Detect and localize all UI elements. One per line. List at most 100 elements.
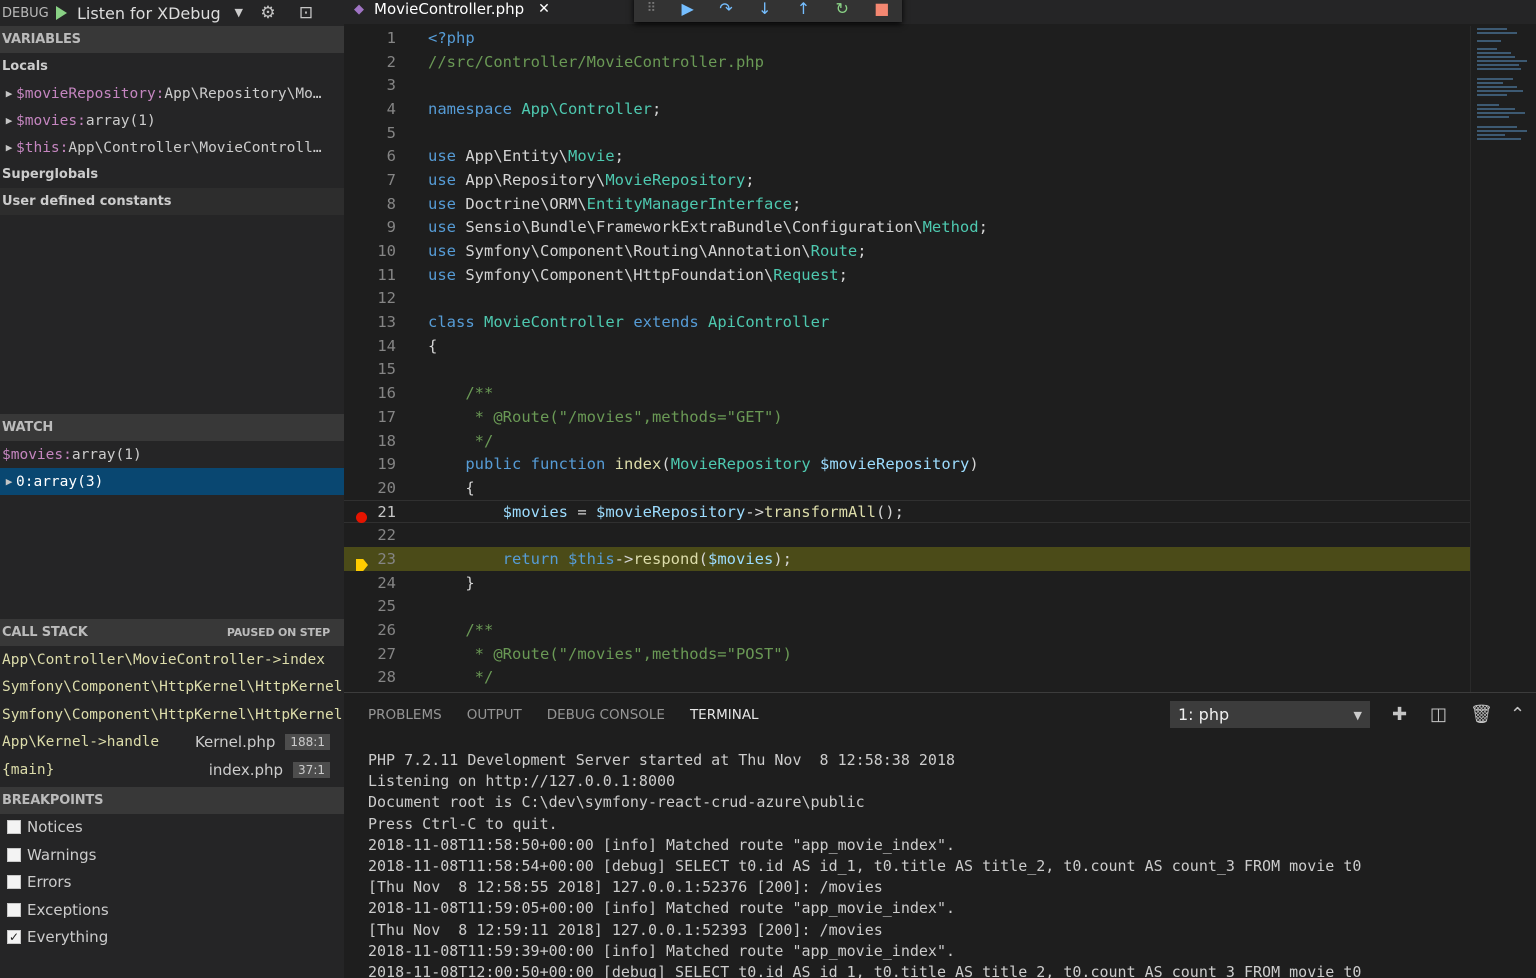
variables-list: ▶ $movieRepository: App\Repository\Mo… ▶ $m… xyxy=(0,80,344,161)
stop-icon[interactable]: ■ xyxy=(874,0,889,18)
terminal-select[interactable]: 1: php ▼ xyxy=(1170,701,1370,728)
line-number[interactable]: 19 xyxy=(344,455,396,473)
line-number[interactable]: 25 xyxy=(344,597,396,615)
line-number[interactable]: 20 xyxy=(344,479,396,497)
code-token: use xyxy=(428,265,456,284)
code-token: App\Controller xyxy=(521,99,652,118)
breakpoint-option[interactable]: Exceptions xyxy=(0,896,344,924)
breakpoint-option[interactable]: Warnings xyxy=(0,841,344,869)
open-console-icon[interactable]: ⊡ xyxy=(293,3,319,23)
checkbox-unchecked[interactable] xyxy=(7,820,21,835)
scope-superglobals[interactable]: Superglobals xyxy=(0,161,344,188)
code-token: * @Route("/movies",methods="GET") xyxy=(474,407,783,426)
expand-arrow-icon[interactable]: ▶ xyxy=(2,475,16,488)
breakpoint-option[interactable]: ✓ Everything xyxy=(0,924,344,952)
tab-debug-console[interactable]: DEBUG CONSOLE xyxy=(547,707,665,723)
line-number[interactable]: 1 xyxy=(344,29,396,47)
breakpoint-icon[interactable] xyxy=(356,511,367,523)
line-number[interactable]: 21 xyxy=(344,503,396,521)
line-number[interactable]: 14 xyxy=(344,337,396,355)
line-number[interactable]: 22 xyxy=(344,526,396,544)
stack-frame[interactable]: Symfony\Component\HttpKernel\HttpKernel xyxy=(0,701,344,729)
terminal-line: 2018-11-08T11:58:54+00:00 [debug] SELECT… xyxy=(368,857,1362,876)
terminal-line: [Thu Nov 8 12:59:11 2018] 127.0.0.1:5239… xyxy=(368,920,883,939)
step-over-icon[interactable]: ↷ xyxy=(719,0,732,18)
start-debugging-icon[interactable] xyxy=(56,6,67,20)
minimap[interactable] xyxy=(1470,26,1536,692)
variable-row[interactable]: ▶ $movieRepository: App\Repository\Mo… xyxy=(0,80,344,107)
line-number[interactable]: 23 xyxy=(344,550,396,568)
line-number[interactable]: 2 xyxy=(344,53,396,71)
line-number[interactable]: 7 xyxy=(344,171,396,189)
line-number[interactable]: 5 xyxy=(344,124,396,142)
code-token: public xyxy=(465,455,522,474)
code-token: ; xyxy=(652,99,662,118)
line-number[interactable]: 10 xyxy=(344,242,396,260)
close-icon[interactable]: ✕ xyxy=(538,1,550,17)
line-number[interactable]: 28 xyxy=(344,668,396,686)
expand-arrow-icon[interactable]: ▶ xyxy=(2,141,16,154)
trash-icon[interactable]: 🗑 xyxy=(1470,704,1493,725)
code-text: use Symfony\Component\HttpFoundation\Req… xyxy=(428,266,1470,284)
line-number[interactable]: 13 xyxy=(344,313,396,331)
checkbox-unchecked[interactable] xyxy=(7,875,21,890)
line-number[interactable]: 12 xyxy=(344,289,396,307)
checkbox-unchecked[interactable] xyxy=(7,902,21,917)
restart-icon[interactable]: ↻ xyxy=(835,0,848,18)
line-number[interactable]: 15 xyxy=(344,360,396,378)
code-token: App\Entity\ xyxy=(456,147,568,166)
code-token: Sensio\Bundle\FrameworkExtraBundle\Confi… xyxy=(456,218,923,237)
step-out-icon[interactable]: ↑ xyxy=(797,0,810,18)
breakpoint-option[interactable]: Errors xyxy=(0,869,344,897)
gear-icon[interactable]: ⚙ xyxy=(255,3,281,23)
step-into-icon[interactable]: ↓ xyxy=(758,0,771,18)
code-line: 27 * @Route("/movies",methods="POST") xyxy=(344,642,1470,666)
paused-status: PAUSED ON STEP xyxy=(226,626,330,639)
call-stack-header[interactable]: CALL STACK PAUSED ON STEP xyxy=(0,619,344,646)
scope-user-constants[interactable]: User defined constants xyxy=(0,188,344,215)
checkbox-unchecked[interactable] xyxy=(7,847,21,862)
expand-arrow-icon[interactable]: ▶ xyxy=(2,87,16,100)
line-number[interactable]: 4 xyxy=(344,100,396,118)
watch-child-item[interactable]: ▶ 0: array(3) xyxy=(0,468,344,495)
line-number[interactable]: 6 xyxy=(344,147,396,165)
variables-header[interactable]: VARIABLES xyxy=(0,26,344,53)
tab-problems[interactable]: PROBLEMS xyxy=(368,707,442,723)
checkbox-checked[interactable]: ✓ xyxy=(7,930,21,945)
line-number[interactable]: 9 xyxy=(344,218,396,236)
variable-row[interactable]: ▶ $movies: array(1) xyxy=(0,107,344,134)
tab-output[interactable]: OUTPUT xyxy=(467,707,522,723)
stack-frame[interactable]: {main} index.php 37:1 xyxy=(0,756,344,784)
stack-frame[interactable]: Symfony\Component\HttpKernel\HttpKernel xyxy=(0,674,344,702)
stack-frame[interactable]: App\Kernel->handle Kernel.php 188:1 xyxy=(0,729,344,757)
variable-row[interactable]: ▶ $this: App\Controller\MovieControll… xyxy=(0,134,344,161)
code-token: Doctrine\ORM\ xyxy=(456,194,587,213)
line-number[interactable]: 16 xyxy=(344,384,396,402)
drag-handle-icon[interactable]: ⠿ xyxy=(647,1,657,16)
expand-arrow-icon[interactable]: ▶ xyxy=(2,114,16,127)
line-number[interactable]: 8 xyxy=(344,195,396,213)
tab-terminal[interactable]: TERMINAL xyxy=(690,707,759,723)
continue-icon[interactable]: ▶ xyxy=(682,0,694,18)
breakpoints-header[interactable]: BREAKPOINTS xyxy=(0,786,344,814)
stack-frame-function: App\Controller\MovieController->index xyxy=(2,651,326,668)
line-number[interactable]: 27 xyxy=(344,645,396,663)
watch-item[interactable]: $movies: array(1) xyxy=(0,441,344,468)
code-view[interactable]: 1 <?php 2 //src/Controller/MovieController.… xyxy=(344,26,1470,689)
line-number[interactable]: 26 xyxy=(344,621,396,639)
breakpoint-option[interactable]: Notices xyxy=(0,814,344,842)
split-terminal-icon[interactable]: ◫ xyxy=(1430,704,1447,725)
terminal-output[interactable]: PHP 7.2.11 Development Server started at… xyxy=(344,737,1536,978)
line-number[interactable]: 3 xyxy=(344,76,396,94)
line-number[interactable]: 17 xyxy=(344,408,396,426)
line-number[interactable]: 24 xyxy=(344,574,396,592)
stack-frame[interactable]: App\Controller\MovieController->index xyxy=(0,646,344,674)
maximize-panel-icon[interactable]: ⌃ xyxy=(1510,704,1525,725)
watch-header[interactable]: WATCH xyxy=(0,414,344,441)
line-number[interactable]: 18 xyxy=(344,432,396,450)
new-terminal-icon[interactable]: ✚ xyxy=(1392,704,1407,725)
debug-config-select[interactable]: Listen for XDebug ▼ xyxy=(77,4,243,23)
line-number[interactable]: 11 xyxy=(344,266,396,284)
scope-locals[interactable]: Locals xyxy=(0,53,344,80)
editor-tab[interactable]: ◆ MovieController.php ✕ xyxy=(354,0,550,22)
